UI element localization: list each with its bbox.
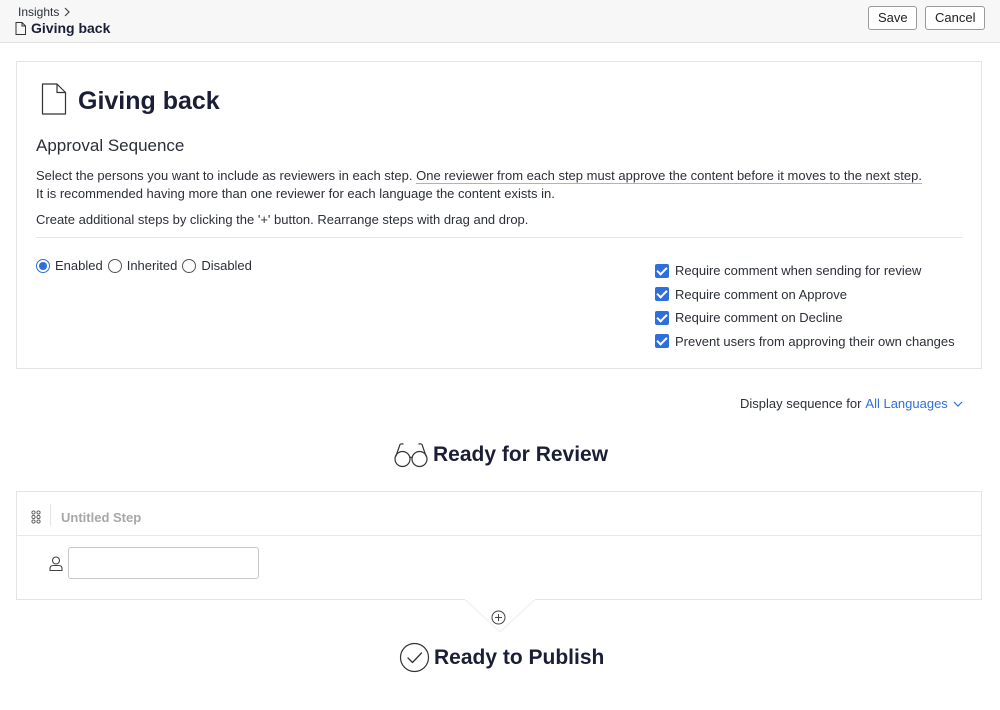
section-subtitle: Approval Sequence xyxy=(36,136,185,155)
description-part: It is recommended having more than one r… xyxy=(36,186,555,201)
cancel-button[interactable]: Cancel xyxy=(925,6,985,30)
stage-ready-for-review: Ready for Review xyxy=(393,442,608,468)
chevron-down-icon xyxy=(953,401,963,407)
description-part: Select the persons you want to include a… xyxy=(36,168,417,183)
page-name-text: Giving back xyxy=(31,20,111,36)
radio-disabled[interactable] xyxy=(182,258,197,273)
approval-mode-radio-group: Enabled Inherited Disabled xyxy=(36,258,257,273)
radio-enabled[interactable] xyxy=(36,258,50,273)
checkbox-row[interactable]: Require comment when sending for review xyxy=(655,259,955,283)
page-name: Giving back xyxy=(15,20,110,36)
stage-title-text: Ready to Publish xyxy=(434,645,605,669)
display-sequence-label: Display sequence for xyxy=(740,396,862,411)
radio-label: Disabled xyxy=(201,258,252,273)
user-icon xyxy=(49,556,63,571)
description: Select the persons you want to include a… xyxy=(36,167,966,203)
radio-label: Enabled xyxy=(55,258,103,273)
breadcrumb-link[interactable]: Insights xyxy=(18,5,59,19)
checkbox-label: Require comment on Approve xyxy=(675,286,847,302)
document-icon xyxy=(41,83,67,115)
checkbox-row[interactable]: Require comment on Approve xyxy=(655,283,955,307)
checkbox-require-comment-decline[interactable] xyxy=(655,310,669,325)
step-name[interactable]: Untitled Step xyxy=(61,510,141,525)
checkbox-prevent-self-approve[interactable] xyxy=(655,334,669,349)
checkbox-label: Prevent users from approving their own c… xyxy=(675,333,955,349)
language-dropdown[interactable]: All Languages xyxy=(865,396,963,411)
approval-step-card: Untitled Step xyxy=(16,491,982,600)
checkbox-row[interactable]: Prevent users from approving their own c… xyxy=(655,330,955,354)
stage-title-text: Ready for Review xyxy=(433,443,609,466)
language-dropdown-value: All Languages xyxy=(865,396,948,411)
radio-label: Inherited xyxy=(126,258,178,273)
document-icon xyxy=(15,21,26,35)
checkbox-row[interactable]: Require comment on Decline xyxy=(655,306,955,330)
divider xyxy=(36,237,963,238)
checkbox-label: Require comment on Decline xyxy=(675,310,843,326)
chevron-right-icon xyxy=(64,7,71,17)
checkbox-require-comment-review[interactable] xyxy=(655,263,669,278)
drag-handle-icon[interactable] xyxy=(31,510,41,524)
reviewer-input[interactable] xyxy=(68,547,259,579)
approval-settings-card: Giving back Approval Sequence Select the… xyxy=(16,61,982,369)
save-button[interactable]: Save xyxy=(868,6,917,30)
stage-ready-to-publish: Ready to Publish xyxy=(399,642,604,673)
comment-options: Require comment when sending for review … xyxy=(655,259,955,353)
step-header: Untitled Step xyxy=(17,492,981,536)
display-sequence: Display sequence for All Languages xyxy=(740,396,963,411)
check-circle-icon xyxy=(399,642,430,673)
glasses-icon xyxy=(394,443,428,468)
top-bar: Insights Giving back Save Cancel xyxy=(0,0,1000,43)
checkbox-require-comment-approve[interactable] xyxy=(655,287,669,302)
header-separator xyxy=(50,504,51,526)
breadcrumb[interactable]: Insights xyxy=(18,5,71,19)
description-highlight: One reviewer from each step must approve… xyxy=(416,168,922,184)
content-title: Giving back xyxy=(78,87,220,115)
radio-inherited[interactable] xyxy=(107,258,122,273)
checkbox-label: Require comment when sending for review xyxy=(675,263,922,279)
plus-circle-icon[interactable] xyxy=(491,610,506,625)
description-steps-hint: Create additional steps by clicking the … xyxy=(36,212,529,227)
